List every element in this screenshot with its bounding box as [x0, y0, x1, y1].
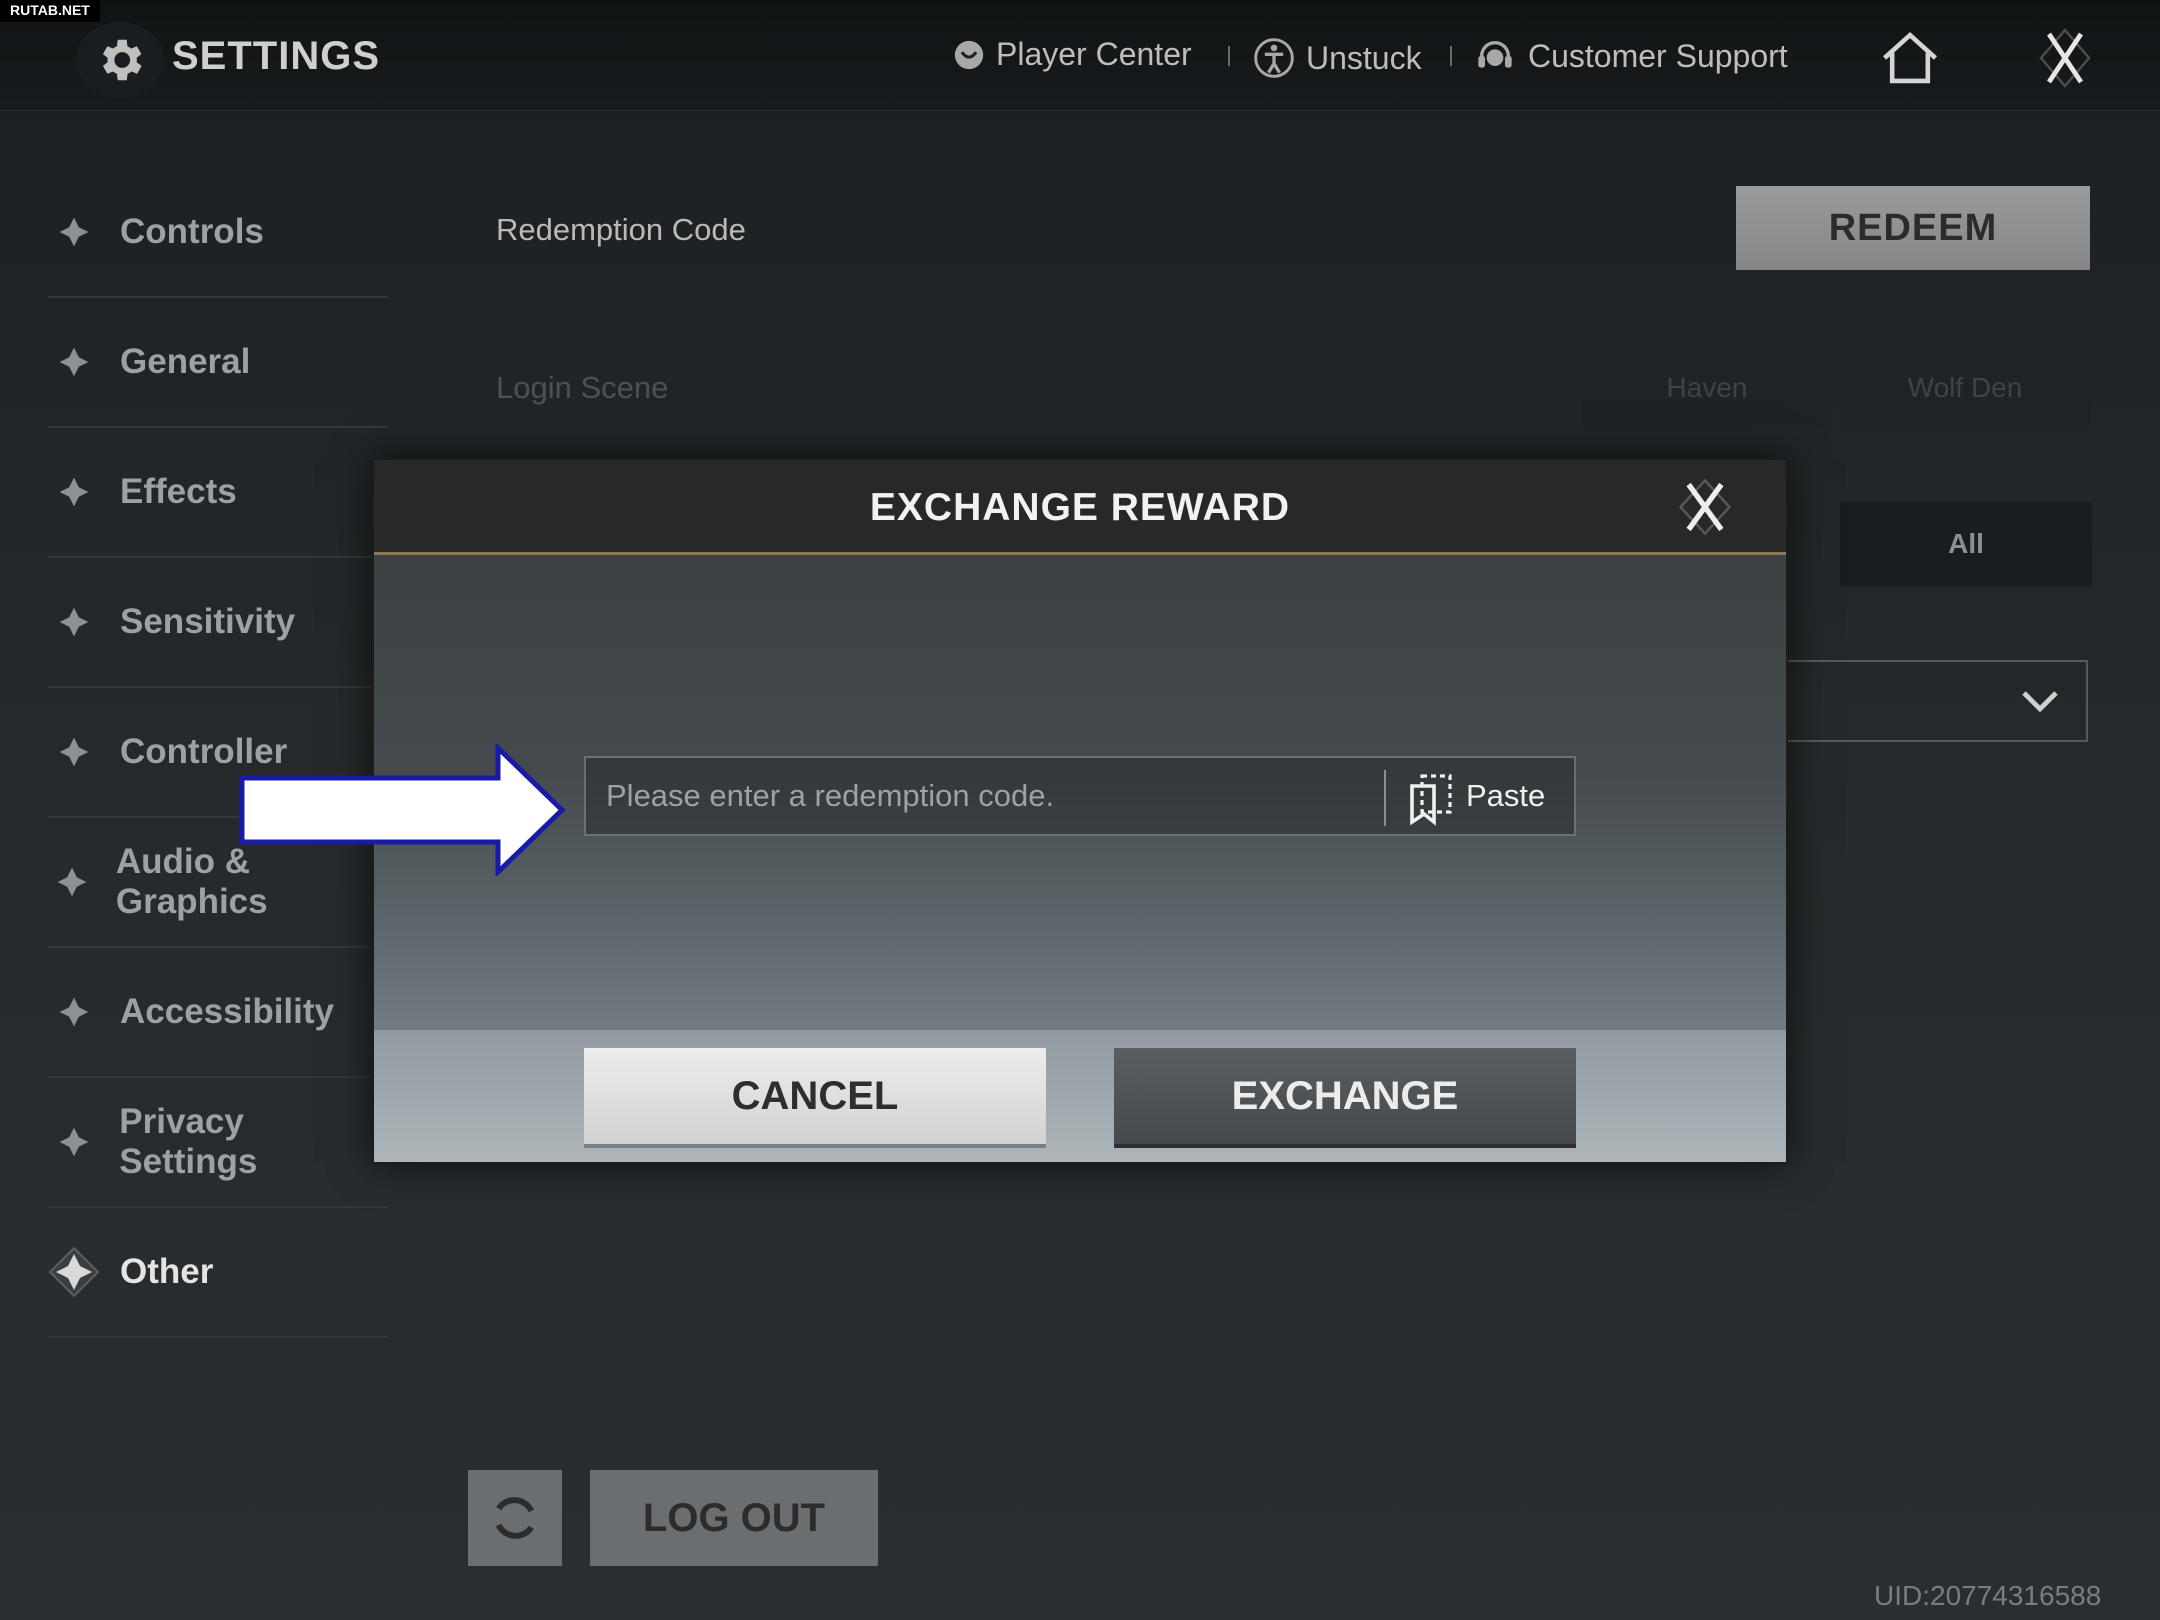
- dialog-close-button[interactable]: [1650, 474, 1760, 540]
- uid-label: UID:20774316588: [1874, 1580, 2102, 1611]
- annotation-arrow-icon: [239, 744, 566, 876]
- sidebar-item-controls[interactable]: Controls: [48, 168, 388, 298]
- redemption-code-input[interactable]: Please enter a redemption code. Paste: [584, 756, 1576, 836]
- login-scene-option-wolf-den[interactable]: Wolf Den: [1840, 350, 2090, 426]
- diamond-icon: [48, 986, 100, 1038]
- diamond-icon: [48, 596, 100, 648]
- sidebar-item-general[interactable]: General: [48, 298, 388, 428]
- paste-icon[interactable]: [1406, 772, 1456, 826]
- sidebar-item-privacy-settings[interactable]: Privacy Settings: [48, 1078, 388, 1208]
- close-settings-button[interactable]: [2010, 20, 2120, 96]
- divider: [1450, 46, 1452, 66]
- login-scene-option-haven[interactable]: Haven: [1582, 350, 1832, 426]
- logout-button[interactable]: LOG OUT: [590, 1470, 878, 1566]
- sidebar-item-label: Privacy Settings: [119, 1102, 258, 1181]
- refresh-icon: [495, 1497, 535, 1539]
- sidebar-item-label: Sensitivity: [120, 602, 296, 641]
- input-placeholder: Please enter a redemption code.: [606, 778, 1055, 813]
- dropdown-select[interactable]: [1780, 660, 2088, 742]
- sidebar-item-label: General: [120, 342, 251, 381]
- sidebar-item-effects[interactable]: Effects: [48, 428, 388, 558]
- divider: [1228, 46, 1230, 66]
- diamond-icon: [48, 1116, 99, 1168]
- sidebar-item-label: Other: [120, 1252, 214, 1291]
- login-scene-label: Login Scene: [496, 370, 669, 405]
- paste-button[interactable]: Paste: [1466, 778, 1545, 814]
- sidebar-item-other[interactable]: Other: [48, 1208, 388, 1338]
- redeem-button[interactable]: REDEEM: [1736, 186, 2090, 270]
- customer-support-label: Customer Support: [1528, 37, 1788, 74]
- gear-icon: [76, 22, 164, 98]
- cancel-button[interactable]: CANCEL: [584, 1048, 1046, 1144]
- close-icon: [2039, 28, 2091, 88]
- sidebar-item-label: Controls: [120, 212, 264, 251]
- diamond-icon: [48, 466, 100, 518]
- headset-icon: [1478, 41, 1512, 68]
- sidebar-item-accessibility[interactable]: Accessibility: [48, 948, 388, 1078]
- home-icon: [1883, 32, 1937, 84]
- unstuck-icon: [1254, 38, 1294, 78]
- exchange-reward-dialog: EXCHANGE REWARD Please enter a redemptio…: [374, 460, 1786, 1162]
- divider: [1384, 770, 1386, 826]
- unstuck-link[interactable]: Unstuck: [1252, 36, 1422, 80]
- player-center-label: Player Center: [996, 36, 1192, 72]
- diamond-icon: [48, 206, 100, 258]
- diamond-icon: [48, 726, 100, 778]
- diamond-icon: [48, 336, 100, 388]
- unstuck-label: Unstuck: [1306, 39, 1422, 76]
- diamond-selected-icon: [48, 1246, 100, 1298]
- sidebar-item-sensitivity[interactable]: Sensitivity: [48, 558, 388, 688]
- home-button[interactable]: [1860, 20, 1960, 96]
- sidebar-item-label: Accessibility: [120, 992, 334, 1031]
- chevron-down-icon: [2022, 691, 2058, 713]
- dialog-title: EXCHANGE REWARD: [869, 486, 1291, 529]
- watermark: RUTAB.NET: [0, 0, 100, 22]
- close-icon: [1678, 478, 1732, 536]
- customer-support-link[interactable]: Customer Support: [1472, 36, 1788, 76]
- exchange-button[interactable]: EXCHANGE: [1114, 1048, 1576, 1144]
- redemption-code-label: Redemption Code: [496, 212, 746, 247]
- player-center-icon: [954, 40, 984, 69]
- all-option[interactable]: All: [1840, 502, 2092, 586]
- diamond-icon: [48, 856, 96, 908]
- refresh-button[interactable]: [468, 1470, 562, 1566]
- page-title: SETTINGS: [172, 34, 381, 78]
- sidebar-item-label: Effects: [120, 472, 237, 511]
- player-center-link[interactable]: Player Center: [952, 36, 1192, 73]
